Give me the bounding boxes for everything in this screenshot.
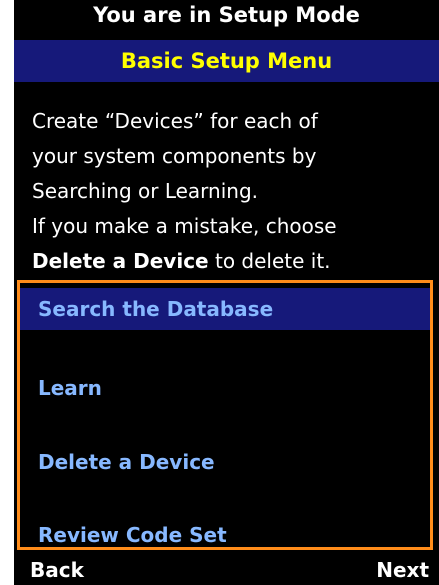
instructions-text: Create “Devices” for each of your system…: [32, 104, 432, 279]
instructions-line: Delete a Device to delete it.: [32, 244, 432, 279]
instructions-line: If you make a mistake, choose: [32, 214, 337, 238]
instructions-line: your system components by: [32, 144, 317, 168]
menu-item-review-code-set[interactable]: Review Code Set: [20, 514, 430, 556]
softkey-bar: Back Next: [14, 555, 439, 585]
setup-menu-list: Search the Database Learn Delete a Devic…: [17, 280, 433, 550]
instructions-line-tail: to delete it.: [208, 249, 331, 273]
setup-screen: You are in Setup Mode Basic Setup Menu C…: [14, 0, 439, 585]
menu-item-learn[interactable]: Learn: [20, 367, 430, 409]
instructions-line: Create “Devices” for each of: [32, 109, 318, 133]
next-button[interactable]: Next: [376, 555, 429, 585]
menu-item-search-database[interactable]: Search the Database: [20, 288, 430, 330]
mode-title: You are in Setup Mode: [14, 0, 439, 30]
menu-title: Basic Setup Menu: [14, 40, 439, 82]
instructions-line: Searching or Learning.: [32, 179, 258, 203]
delete-device-emphasis: Delete a Device: [32, 249, 209, 273]
back-button[interactable]: Back: [30, 555, 84, 585]
menu-item-delete-device[interactable]: Delete a Device: [20, 441, 430, 483]
